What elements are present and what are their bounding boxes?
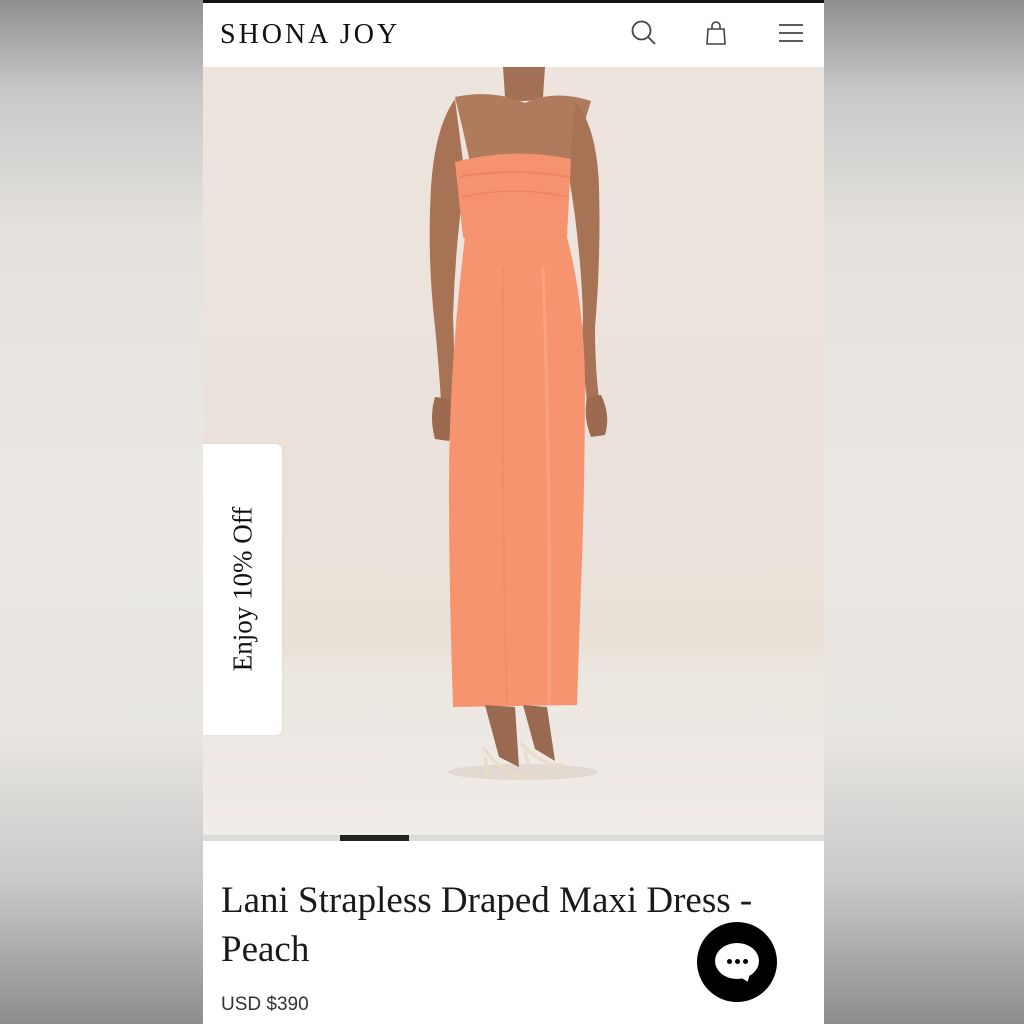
promo-tab[interactable]: Enjoy 10% Off: [203, 444, 282, 735]
product-price: USD $390: [221, 994, 309, 1015]
model-in-dress-image: [429, 67, 608, 781]
menu-icon[interactable]: [777, 19, 805, 47]
promo-label: Enjoy 10% Off: [227, 506, 258, 672]
carousel-active-indicator: [340, 835, 409, 841]
chat-button[interactable]: [697, 922, 777, 1002]
mobile-page: SHONA JOY Enjoy 10% Off Lani Strapless D…: [203, 0, 824, 1024]
image-carousel-indicator[interactable]: [203, 835, 824, 841]
chat-bubble-icon: [715, 943, 759, 979]
brand-logo[interactable]: SHONA JOY: [220, 19, 400, 51]
bag-icon[interactable]: [702, 19, 730, 47]
product-image[interactable]: Enjoy 10% Off: [203, 67, 824, 837]
search-icon[interactable]: [630, 19, 658, 47]
site-header: SHONA JOY: [203, 3, 824, 67]
